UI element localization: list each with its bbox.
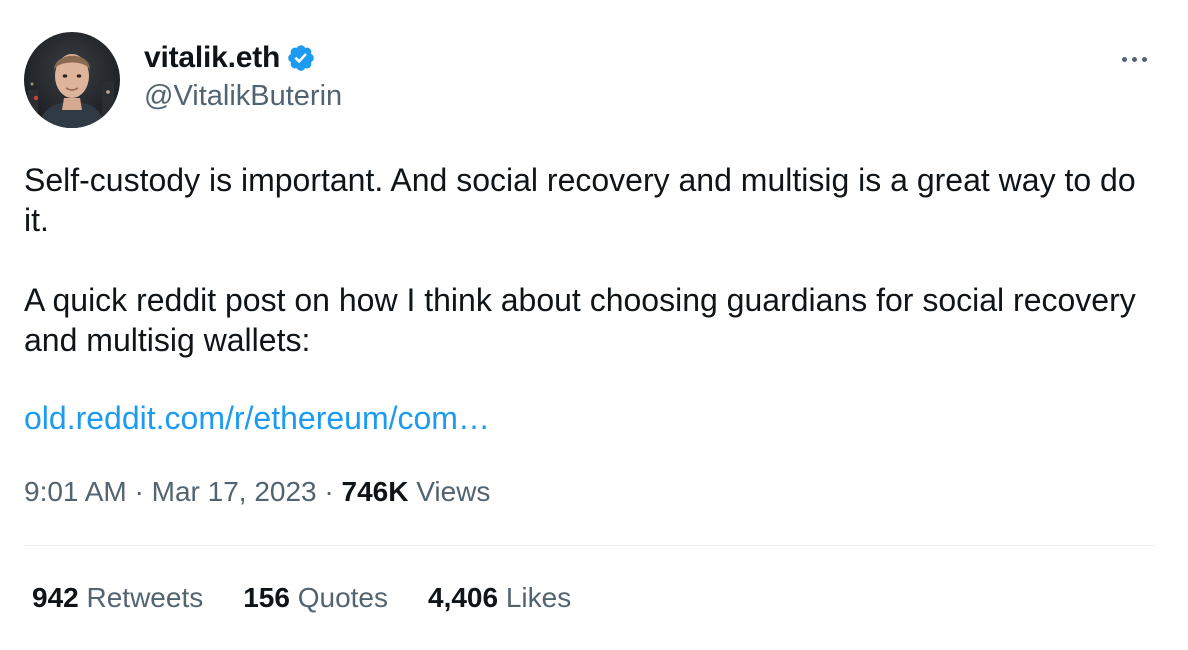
author-handle[interactable]: @VitalikButerin [144,80,342,113]
verified-badge-icon [286,43,316,73]
quotes-count: 156 [243,582,290,613]
meta-separator: · [324,476,334,507]
views-label: Views [416,476,491,507]
divider [24,545,1156,546]
tweet-meta: 9:01 AM · Mar 17, 2023 · 746K Views [24,474,490,510]
engagement-stats: 942 Retweets 156 Quotes 4,406 Likes [32,580,611,616]
meta-separator: · [134,476,144,507]
views-count: 746K [341,476,409,507]
more-dot [1131,56,1137,62]
tweet-card: vitalik.eth @VitalikButerin Self-custody… [0,0,1188,650]
more-dot [1121,56,1127,62]
author-display-name[interactable]: vitalik.eth [144,41,280,75]
likes-count: 4,406 [428,582,499,613]
likes-label: Likes [505,582,572,613]
avatar-photo [24,32,120,128]
tweet-link[interactable]: old.reddit.com/r/ethereum/com… [24,398,490,438]
retweets-label: Retweets [86,582,204,613]
more-dot [1141,56,1147,62]
tweet-date[interactable]: Mar 17, 2023 [152,476,317,507]
tweet-text: Self-custody is important. And social re… [24,160,1144,400]
likes-stat[interactable]: 4,406 Likes [428,580,571,616]
quotes-label: Quotes [297,582,388,613]
quotes-stat[interactable]: 156 Quotes [243,580,388,616]
tweet-paragraph: A quick reddit post on how I think about… [24,282,1136,358]
tweet-time[interactable]: 9:01 AM [24,476,127,507]
retweets-stat[interactable]: 942 Retweets [32,580,203,616]
author-identity: vitalik.eth @VitalikButerin [144,38,342,113]
tweet-paragraph: Self-custody is important. And social re… [24,162,1136,238]
author-name-row: vitalik.eth [144,38,342,78]
avatar[interactable] [24,32,120,128]
retweets-count: 942 [32,582,79,613]
more-options-icon[interactable] [1112,42,1156,76]
